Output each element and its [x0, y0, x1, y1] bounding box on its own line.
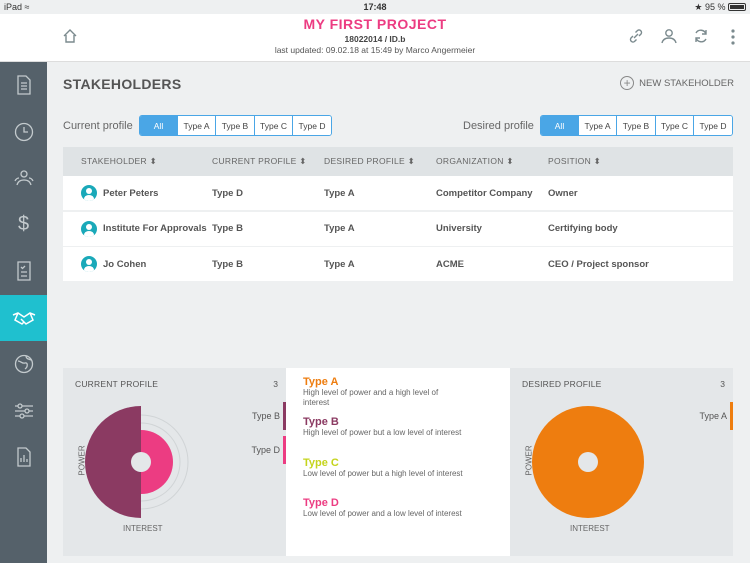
type-d-desc: Type D Low level of power and a low leve…	[303, 497, 462, 518]
desired-filter-type-a[interactable]: Type A	[579, 116, 617, 135]
stakeholder-table: STAKEHOLDER ⬍ CURRENT PROFILE ⬍ DESIRED …	[63, 147, 733, 283]
type-b-desc: Type B High level of power but a low lev…	[303, 416, 462, 437]
current-profile-cell: Type D	[212, 187, 243, 199]
link-icon[interactable]	[628, 28, 644, 48]
plus-circle-icon: +	[620, 76, 635, 90]
type-c-desc: Type C Low level of power but a high lev…	[303, 457, 463, 478]
column-desired-profile[interactable]: DESIRED PROFILE ⬍	[324, 156, 436, 167]
current-filter-all[interactable]: All	[140, 116, 178, 135]
desired-profile-card: DESIRED PROFILE 3 POWER INTEREST Type A	[510, 368, 733, 556]
current-filter-type-b[interactable]: Type B	[216, 116, 255, 135]
desired-card-title: DESIRED PROFILE	[522, 379, 602, 389]
desired-profile-filter: All Type A Type B Type C Type D	[540, 115, 733, 136]
more-vertical-icon[interactable]	[730, 28, 736, 50]
organization-cell: Competitor Company	[436, 187, 533, 199]
current-x-axis-label: INTEREST	[123, 524, 163, 533]
current-filter-type-a[interactable]: Type A	[178, 116, 216, 135]
legend-type-a: Type A	[699, 402, 733, 430]
column-stakeholder[interactable]: STAKEHOLDER ⬍	[63, 156, 212, 167]
sidebar: $	[0, 62, 47, 563]
stakeholder-name: Peter Peters	[103, 187, 159, 199]
app-header: MY FIRST PROJECT 18022014 / ID.b last up…	[0, 14, 750, 62]
sliders-icon[interactable]	[0, 388, 47, 435]
current-card-title: CURRENT PROFILE	[75, 379, 159, 389]
status-bar: iPad ≈ 17:48 ★ 95 %	[0, 0, 750, 14]
position-cell: Certifying body	[548, 223, 618, 234]
avatar-icon	[81, 256, 97, 272]
current-profile-cell: Type B	[212, 223, 243, 234]
desired-x-axis-label: INTEREST	[570, 524, 610, 533]
main-content: STAKEHOLDERS + NEW STAKEHOLDER Current p…	[47, 62, 750, 563]
dollar-icon[interactable]: $	[0, 202, 47, 249]
legend-type-d: Type D	[251, 436, 286, 464]
clock-icon[interactable]	[0, 109, 47, 156]
current-profile-cell: Type B	[212, 258, 243, 270]
table-row[interactable]: Institute For Approvals Type B Type A Un…	[63, 211, 733, 246]
battery-status: ★ 95 %	[694, 2, 746, 13]
avatar-icon	[81, 185, 97, 201]
team-icon[interactable]	[0, 155, 47, 202]
current-profile-filter: All Type A Type B Type C Type D	[139, 115, 332, 136]
stakeholder-name: Institute For Approvals	[103, 223, 207, 234]
organization-cell: University	[436, 223, 482, 234]
new-stakeholder-label: NEW STAKEHOLDER	[639, 77, 734, 89]
desired-filter-type-d[interactable]: Type D	[694, 116, 732, 135]
people-icon[interactable]	[660, 28, 678, 48]
desired-profile-cell: Type A	[324, 187, 355, 199]
column-organization[interactable]: ORGANIZATION ⬍	[436, 156, 548, 167]
handshake-icon[interactable]	[0, 294, 47, 341]
current-profile-chart	[85, 406, 189, 518]
type-legend-card: Type A High level of power and a high le…	[286, 368, 510, 556]
desired-profile-cell: Type A	[324, 223, 355, 234]
globe-icon[interactable]	[0, 341, 47, 388]
table-row[interactable]: Jo Cohen Type B Type A ACME CEO / Projec…	[63, 247, 733, 281]
legend-type-b: Type B	[252, 402, 286, 430]
desired-filter-type-b[interactable]: Type B	[617, 116, 656, 135]
desired-y-axis-label: POWER	[524, 445, 534, 476]
clock-time: 17:48	[363, 2, 387, 12]
current-profile-label: Current profile	[63, 120, 133, 132]
desired-profile-label: Desired profile	[463, 120, 534, 132]
organization-cell: ACME	[436, 258, 464, 270]
bluetooth-icon: ★	[694, 2, 703, 12]
desired-profile-chart	[532, 406, 644, 518]
stakeholder-name: Jo Cohen	[103, 258, 147, 270]
desired-filter-type-c[interactable]: Type C	[656, 116, 694, 135]
type-a-desc: Type A High level of power and a high le…	[303, 376, 439, 407]
desired-card-count: 3	[720, 379, 725, 389]
report-icon[interactable]	[0, 434, 47, 481]
column-position[interactable]: POSITION ⬍	[548, 156, 708, 167]
page-title: STAKEHOLDERS	[63, 76, 182, 92]
current-y-axis-label: POWER	[77, 445, 87, 476]
table-row[interactable]: Peter Peters Type D Type A Competitor Co…	[63, 176, 733, 210]
desired-profile-cell: Type A	[324, 258, 355, 270]
position-cell: Owner	[548, 187, 578, 199]
current-card-count: 3	[273, 379, 278, 389]
position-cell: CEO / Project sponsor	[548, 258, 649, 270]
table-header: STAKEHOLDER ⬍ CURRENT PROFILE ⬍ DESIRED …	[63, 147, 733, 176]
current-filter-type-c[interactable]: Type C	[255, 116, 293, 135]
column-current-profile[interactable]: CURRENT PROFILE ⬍	[212, 156, 324, 167]
checklist-icon[interactable]	[0, 248, 47, 295]
desired-filter-all[interactable]: All	[541, 116, 579, 135]
current-filter-type-d[interactable]: Type D	[293, 116, 331, 135]
sync-icon[interactable]	[693, 28, 709, 48]
avatar-icon	[81, 220, 97, 237]
new-stakeholder-button[interactable]: + NEW STAKEHOLDER	[620, 76, 734, 90]
current-profile-card: CURRENT PROFILE 3 POWER INTEREST Type B …	[63, 368, 286, 556]
document-icon[interactable]	[0, 62, 47, 109]
battery-icon	[728, 3, 746, 11]
